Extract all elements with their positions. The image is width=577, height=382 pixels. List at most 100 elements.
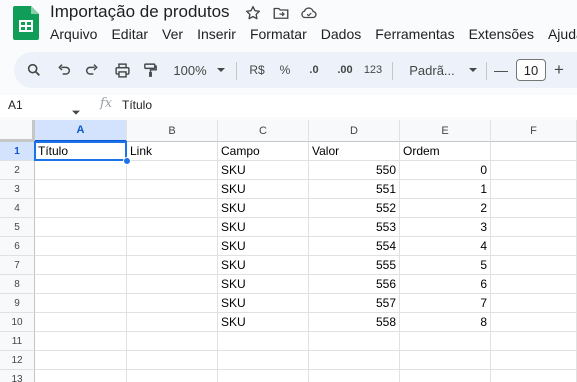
select-all-corner[interactable]: [0, 120, 35, 142]
undo-icon[interactable]: [54, 52, 74, 88]
cell-f9[interactable]: [491, 294, 577, 313]
fill-handle[interactable]: [123, 157, 131, 165]
sheets-logo-icon[interactable]: [13, 6, 39, 40]
cell-f4[interactable]: [491, 199, 577, 218]
paint-format-icon[interactable]: [140, 52, 160, 88]
cell-d3[interactable]: 551: [309, 180, 400, 199]
cell-a7[interactable]: [35, 256, 127, 275]
name-box[interactable]: A1: [8, 98, 23, 112]
font-size-input[interactable]: 10: [516, 59, 546, 81]
row-header-5[interactable]: 5: [0, 218, 35, 237]
column-header-a[interactable]: A: [35, 120, 127, 142]
cell-e6[interactable]: 4: [400, 237, 491, 256]
cell-f13[interactable]: [491, 370, 577, 382]
cell-b1[interactable]: Link: [127, 142, 218, 161]
cell-f6[interactable]: [491, 237, 577, 256]
cell-b8[interactable]: [127, 275, 218, 294]
spreadsheet-grid[interactable]: A B C D E F 1 Título Link Campo Valor Ordem 2 SKU 550 0…: [0, 120, 577, 382]
cell-f11[interactable]: [491, 332, 577, 351]
menu-formatar[interactable]: Formatar: [250, 26, 307, 44]
cell-b11[interactable]: [127, 332, 218, 351]
cloud-saved-icon[interactable]: [300, 4, 318, 22]
cell-f8[interactable]: [491, 275, 577, 294]
cell-d12[interactable]: [309, 351, 400, 370]
percent-format-button[interactable]: %: [276, 52, 294, 88]
cell-c2[interactable]: SKU: [218, 161, 309, 180]
row-header-11[interactable]: 11: [0, 332, 35, 351]
cell-a1[interactable]: Título: [35, 142, 127, 161]
cell-d11[interactable]: [309, 332, 400, 351]
cell-f2[interactable]: [491, 161, 577, 180]
cell-d10[interactable]: 558: [309, 313, 400, 332]
number-format-button[interactable]: 123: [362, 52, 384, 88]
currency-format-button[interactable]: R$: [246, 52, 268, 88]
cell-b12[interactable]: [127, 351, 218, 370]
decrease-decimals-button[interactable]: .0: [302, 52, 326, 88]
row-header-9[interactable]: 9: [0, 294, 35, 313]
row-header-1[interactable]: 1: [0, 142, 35, 161]
menu-extensoes[interactable]: Extensões: [469, 26, 534, 44]
zoom-caret-icon[interactable]: [214, 52, 228, 88]
menu-ver[interactable]: Ver: [162, 26, 183, 44]
cell-c11[interactable]: [218, 332, 309, 351]
menu-ajuda[interactable]: Ajuda: [548, 26, 577, 44]
search-menus-icon[interactable]: [24, 52, 44, 88]
row-header-7[interactable]: 7: [0, 256, 35, 275]
cell-c7[interactable]: SKU: [218, 256, 309, 275]
cell-d1[interactable]: Valor: [309, 142, 400, 161]
cell-b6[interactable]: [127, 237, 218, 256]
star-icon[interactable]: [244, 4, 262, 22]
move-to-folder-icon[interactable]: [272, 4, 290, 22]
cell-e9[interactable]: 7: [400, 294, 491, 313]
cell-a5[interactable]: [35, 218, 127, 237]
cell-c9[interactable]: SKU: [218, 294, 309, 313]
row-header-10[interactable]: 10: [0, 313, 35, 332]
cell-a3[interactable]: [35, 180, 127, 199]
cell-e5[interactable]: 3: [400, 218, 491, 237]
cell-e11[interactable]: [400, 332, 491, 351]
cell-a2[interactable]: [35, 161, 127, 180]
cell-e2[interactable]: 0: [400, 161, 491, 180]
cell-b10[interactable]: [127, 313, 218, 332]
cell-c4[interactable]: SKU: [218, 199, 309, 218]
print-icon[interactable]: [112, 52, 132, 88]
menu-dados[interactable]: Dados: [321, 26, 361, 44]
menu-editar[interactable]: Editar: [111, 26, 148, 44]
cell-a10[interactable]: [35, 313, 127, 332]
cell-c13[interactable]: [218, 370, 309, 382]
increase-font-size-button[interactable]: +: [550, 52, 568, 88]
cell-d5[interactable]: 553: [309, 218, 400, 237]
font-caret-icon[interactable]: [466, 52, 480, 88]
cell-d13[interactable]: [309, 370, 400, 382]
cell-e1[interactable]: Ordem: [400, 142, 491, 161]
cell-a6[interactable]: [35, 237, 127, 256]
cell-f5[interactable]: [491, 218, 577, 237]
cell-a4[interactable]: [35, 199, 127, 218]
zoom-select[interactable]: 100%: [170, 52, 210, 88]
cell-f7[interactable]: [491, 256, 577, 275]
column-header-e[interactable]: E: [400, 120, 491, 142]
name-box-caret-icon[interactable]: [72, 103, 80, 121]
cell-f10[interactable]: [491, 313, 577, 332]
cell-c3[interactable]: SKU: [218, 180, 309, 199]
menu-ferramentas[interactable]: Ferramentas: [375, 26, 454, 44]
document-title[interactable]: Importação de produtos: [50, 2, 230, 22]
cell-e12[interactable]: [400, 351, 491, 370]
cell-a12[interactable]: [35, 351, 127, 370]
redo-icon[interactable]: [82, 52, 102, 88]
row-header-4[interactable]: 4: [0, 199, 35, 218]
decrease-font-size-button[interactable]: —: [492, 52, 510, 88]
cell-c8[interactable]: SKU: [218, 275, 309, 294]
cell-c10[interactable]: SKU: [218, 313, 309, 332]
font-select[interactable]: Padrã...: [402, 52, 462, 88]
column-header-d[interactable]: D: [309, 120, 400, 142]
cell-b7[interactable]: [127, 256, 218, 275]
menu-inserir[interactable]: Inserir: [197, 26, 236, 44]
cell-e8[interactable]: 6: [400, 275, 491, 294]
increase-decimals-button[interactable]: .00: [332, 52, 358, 88]
cell-f12[interactable]: [491, 351, 577, 370]
cell-e4[interactable]: 2: [400, 199, 491, 218]
column-header-f[interactable]: F: [491, 120, 577, 142]
row-header-2[interactable]: 2: [0, 161, 35, 180]
menu-arquivo[interactable]: Arquivo: [50, 26, 97, 44]
